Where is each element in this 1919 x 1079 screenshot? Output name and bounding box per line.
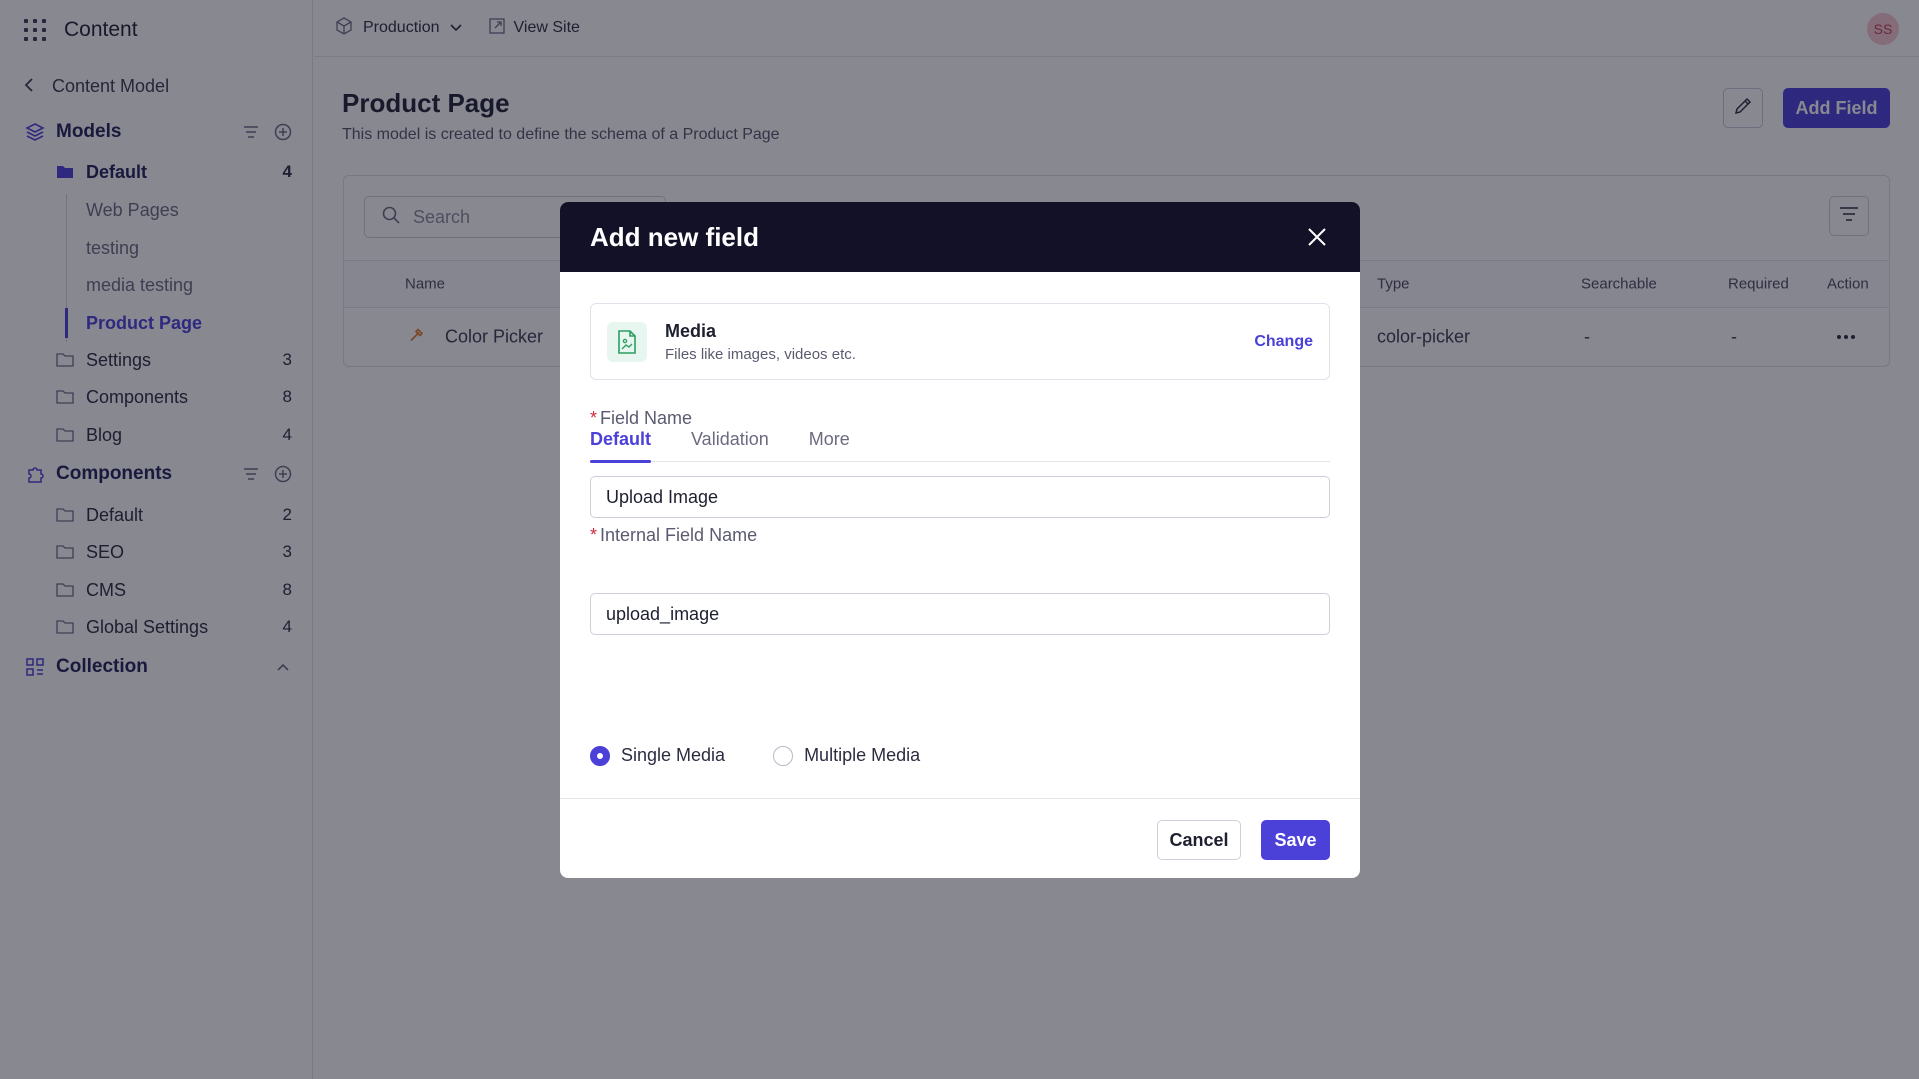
internal-field-name-label: * Internal Field Name <box>590 525 757 546</box>
tab-validation[interactable]: Validation <box>691 417 769 462</box>
radio-button-checked[interactable] <box>590 745 610 766</box>
image-file-icon <box>607 321 647 362</box>
change-type-link[interactable]: Change <box>1254 333 1313 351</box>
radio-label: Single Media <box>621 745 726 765</box>
field-name-input[interactable] <box>590 476 1330 518</box>
required-marker: * <box>590 408 598 428</box>
field-name-label: * Field Name <box>590 408 692 429</box>
media-type-radio-group: Single Media Multiple Media <box>590 745 920 766</box>
modal-footer: Cancel Save <box>560 798 1360 878</box>
add-field-modal: Add new field Media Files like images, v… <box>560 202 1360 878</box>
field-name-label-text: Field Name <box>600 408 693 428</box>
field-type-text: Media Files like images, videos etc. <box>665 321 856 363</box>
cancel-button[interactable]: Cancel <box>1157 820 1241 860</box>
radio-single-media[interactable]: Single Media <box>590 745 725 766</box>
save-button[interactable]: Save <box>1261 820 1330 860</box>
close-icon[interactable] <box>1304 224 1330 250</box>
tab-more[interactable]: More <box>809 417 850 462</box>
modal-tabs: Default Validation More <box>590 417 1330 463</box>
internal-field-name-input[interactable] <box>590 593 1330 635</box>
radio-label: Multiple Media <box>804 745 921 765</box>
field-type-description: Files like images, videos etc. <box>665 345 856 363</box>
modal-title: Add new field <box>590 221 759 252</box>
required-marker: * <box>590 525 598 545</box>
field-type-name: Media <box>665 320 717 341</box>
field-type-card: Media Files like images, videos etc. Cha… <box>590 303 1330 380</box>
modal-header: Add new field <box>560 202 1360 272</box>
radio-button[interactable] <box>773 745 794 766</box>
radio-multiple-media[interactable]: Multiple Media <box>773 745 920 766</box>
internal-field-name-label-text: Internal Field Name <box>600 525 758 545</box>
